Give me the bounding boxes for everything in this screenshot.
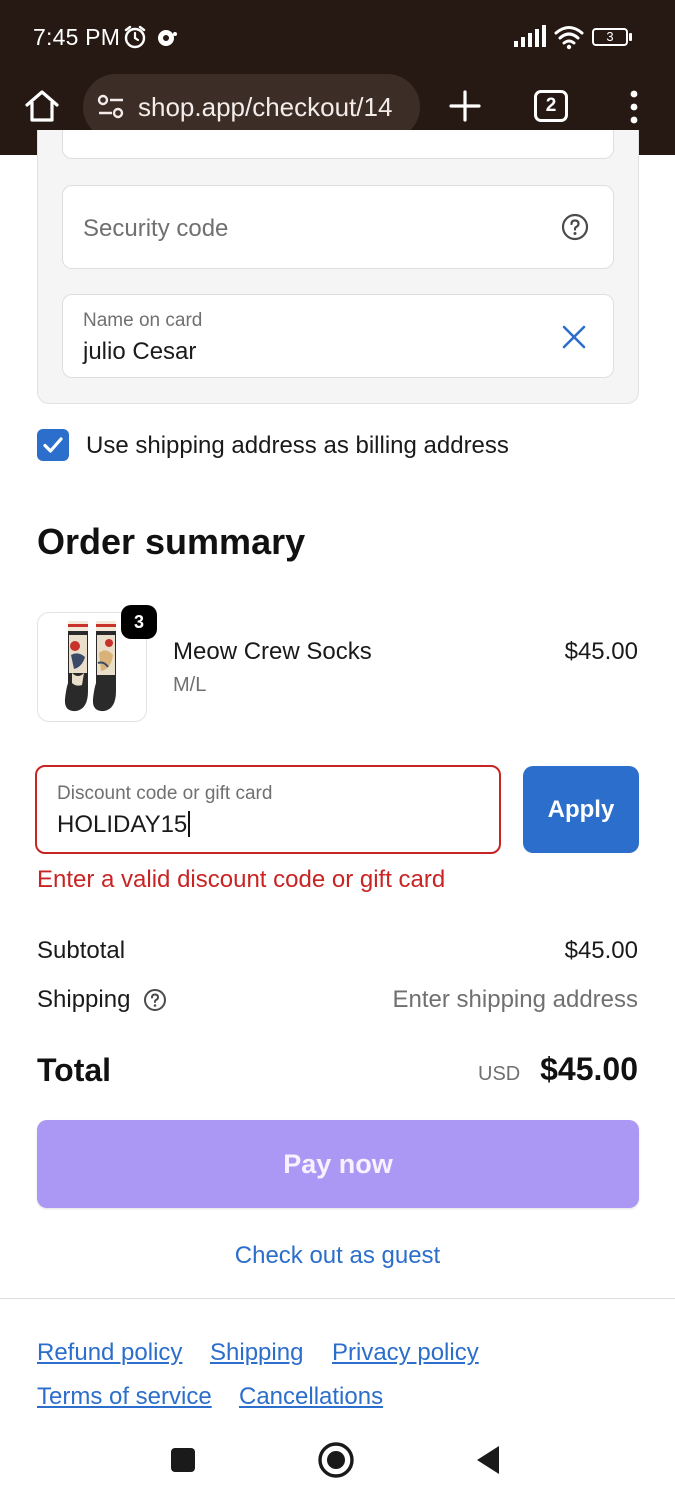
tab-count: 2 — [545, 95, 557, 116]
privacy-policy-link[interactable]: Privacy policy — [332, 1339, 479, 1367]
signal-icon — [514, 25, 546, 47]
security-code-field[interactable]: Security code — [62, 185, 614, 269]
status-time: 7:45 PM — [33, 24, 121, 50]
product-name: Meow Crew Socks — [173, 638, 372, 665]
apply-discount-button[interactable]: Apply — [523, 766, 639, 853]
product-variant: M/L — [173, 674, 207, 696]
footer-divider — [0, 1298, 675, 1299]
new-tab-icon[interactable] — [447, 88, 483, 124]
name-on-card-label: Name on card — [83, 310, 203, 331]
pay-now-button[interactable]: Pay now — [37, 1120, 639, 1208]
back-icon[interactable] — [468, 1440, 508, 1480]
notification-icon — [158, 30, 177, 46]
wifi-icon — [554, 26, 584, 50]
expiration-field[interactable] — [62, 130, 614, 159]
total-label: Total — [37, 1052, 112, 1088]
order-summary-title: Order summary — [37, 521, 306, 562]
shipping-policy-link[interactable]: Shipping — [210, 1339, 303, 1367]
total-currency: USD — [478, 1063, 521, 1085]
battery-icon: 3 — [592, 24, 633, 50]
subtotal-label: Subtotal — [37, 937, 126, 964]
clear-icon[interactable] — [561, 324, 587, 350]
guest-checkout-link: Check out as guest — [0, 1242, 675, 1270]
shipping-help-icon[interactable] — [143, 988, 167, 1012]
refund-policy-link[interactable]: Refund policy — [37, 1339, 182, 1367]
more-menu-icon[interactable] — [622, 88, 646, 126]
shipping-label: Shipping — [37, 986, 131, 1013]
discount-code-label: Discount code or gift card — [57, 783, 273, 804]
subtotal-value: $45.00 — [564, 937, 638, 964]
cancellations-link[interactable]: Cancellations — [239, 1383, 383, 1411]
billing-address-label[interactable]: Use shipping address as billing address — [86, 432, 509, 460]
discount-error-message: Enter a valid discount code or gift card — [37, 866, 446, 893]
text-caret — [188, 811, 191, 837]
checkmark-icon — [43, 437, 63, 453]
discount-code-field[interactable]: Discount code or gift card HOLIDAY15 — [35, 765, 501, 854]
product-price: $45.00 — [564, 638, 638, 665]
card-payment-panel: Security code Name on card julio Cesar — [37, 130, 639, 404]
discount-code-value: HOLIDAY15 — [57, 811, 191, 839]
nav-home-icon[interactable] — [316, 1440, 356, 1480]
alarm-icon — [124, 25, 146, 49]
total-value: $45.00 — [540, 1051, 638, 1087]
battery-level: 3 — [592, 28, 628, 46]
home-icon[interactable] — [22, 86, 62, 126]
billing-address-checkbox[interactable] — [37, 429, 69, 461]
name-on-card-field[interactable]: Name on card julio Cesar — [62, 294, 614, 378]
url-text: shop.app/checkout/14 — [138, 92, 393, 122]
security-code-placeholder: Security code — [83, 215, 229, 242]
help-icon[interactable] — [561, 213, 589, 241]
guest-checkout-link-text[interactable]: Check out as guest — [235, 1242, 440, 1269]
terms-of-service-link[interactable]: Terms of service — [37, 1383, 212, 1411]
tab-switcher-icon[interactable]: 2 — [534, 90, 568, 122]
name-on-card-value: julio Cesar — [83, 338, 197, 365]
status-bar: 7:45 PM 3 — [0, 0, 675, 72]
shipping-value: Enter shipping address — [392, 986, 638, 1013]
quantity-badge: 3 — [121, 605, 157, 639]
recent-apps-icon[interactable] — [163, 1440, 203, 1480]
site-settings-icon[interactable] — [97, 94, 125, 120]
